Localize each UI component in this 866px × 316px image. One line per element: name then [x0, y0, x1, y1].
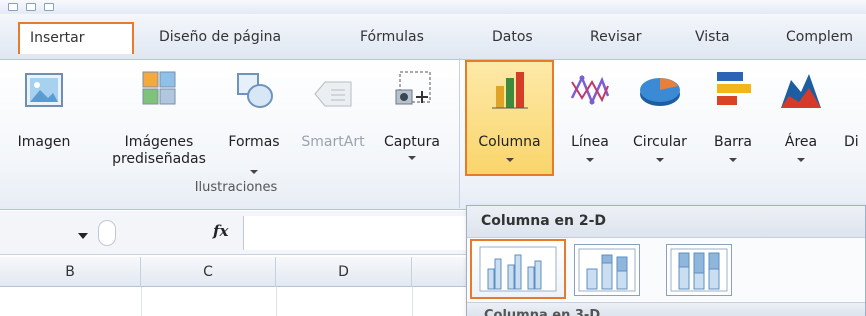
chevron-down-icon [656, 158, 664, 162]
formula-input[interactable] [243, 216, 473, 250]
columna-label: Columna [478, 134, 541, 150]
smartart-label: SmartArt [301, 134, 365, 150]
clustered-column-thumbnail[interactable] [470, 239, 566, 299]
worksheet-grid[interactable] [0, 287, 470, 316]
gridline [141, 287, 142, 316]
circular-label: Circular [633, 134, 687, 150]
line-chart-icon [570, 74, 610, 106]
imagen-label: Imagen [17, 134, 71, 150]
column-header-b[interactable]: B [0, 257, 141, 287]
imagen-button[interactable]: Imagen [16, 62, 72, 174]
smartart-icon [314, 81, 352, 107]
chevron-down-icon [797, 158, 805, 162]
group-label-ilustraciones: Ilustraciones [194, 180, 278, 195]
tab-complementos[interactable]: Complem [786, 22, 853, 52]
column-header-d[interactable]: D [276, 257, 412, 287]
formas-button[interactable]: Formas [219, 62, 289, 174]
insert-function-button[interactable]: fx [213, 222, 228, 240]
imagenes-predisenadas-label: Imágenes prediseñadas [112, 134, 206, 167]
tab-datos[interactable]: Datos [492, 22, 533, 52]
barra-label: Barra [713, 134, 753, 150]
smartart-button: SmartArt [294, 62, 372, 174]
gridline [276, 287, 277, 316]
stacked-column-thumbnail[interactable] [574, 244, 640, 296]
area-label: Área [784, 134, 818, 150]
undo-icon[interactable] [26, 3, 36, 11]
columna-button[interactable]: Columna [465, 60, 554, 176]
column-header-c[interactable]: C [141, 257, 276, 287]
tab-diseno-de-pagina[interactable]: Diseño de página [159, 22, 281, 52]
formula-bar-splitter[interactable] [98, 220, 116, 246]
area-button[interactable]: Área [770, 62, 832, 174]
tab-revisar[interactable]: Revisar [590, 22, 642, 52]
chevron-down-icon [408, 156, 416, 160]
imagenes-predisenadas-button[interactable]: Imágenes prediseñadas [104, 62, 214, 174]
captura-label: Captura [384, 134, 440, 150]
picture-icon [25, 73, 63, 107]
chevron-down-icon [586, 158, 594, 162]
tab-label: Insertar [30, 30, 85, 46]
100-stacked-column-icon [670, 248, 728, 292]
chevron-down-icon [250, 170, 258, 174]
redo-icon[interactable] [44, 3, 54, 11]
tab-insertar[interactable]: Insertar [18, 22, 134, 54]
formas-label: Formas [228, 134, 280, 150]
save-icon[interactable] [8, 3, 18, 11]
captura-button[interactable]: Captura [375, 62, 449, 174]
clipart-icon [142, 71, 176, 105]
shapes-icon [237, 73, 273, 108]
tab-formulas[interactable]: Fórmulas [360, 22, 424, 52]
gallery-section-title: Columna en 2-D [481, 213, 607, 229]
stacked-column-icon [578, 248, 636, 292]
clustered-column-icon [479, 246, 557, 292]
linea-button[interactable]: Línea [560, 62, 620, 174]
bar-chart-icon [717, 72, 751, 105]
chevron-down-icon [505, 158, 514, 162]
screenshot-icon [395, 71, 431, 105]
name-box-dropdown-icon[interactable] [78, 233, 88, 239]
pie-chart-icon [640, 78, 680, 106]
circular-button[interactable]: Circular [622, 62, 698, 174]
group-divider [459, 58, 460, 208]
gridline [412, 287, 413, 316]
chevron-down-icon [729, 158, 737, 162]
linea-label: Línea [571, 134, 609, 150]
area-chart-icon [781, 74, 821, 108]
tab-vista[interactable]: Vista [695, 22, 730, 52]
column-chart-icon [491, 72, 528, 109]
dispersion-label: Di [844, 134, 859, 150]
100-stacked-column-thumbnail[interactable] [666, 244, 732, 296]
barra-button[interactable]: Barra [702, 62, 764, 174]
dispersion-button[interactable]: Di [836, 62, 866, 174]
gallery-next-section-title: Columna en 3-D [484, 308, 601, 316]
quick-access-toolbar [0, 0, 866, 14]
